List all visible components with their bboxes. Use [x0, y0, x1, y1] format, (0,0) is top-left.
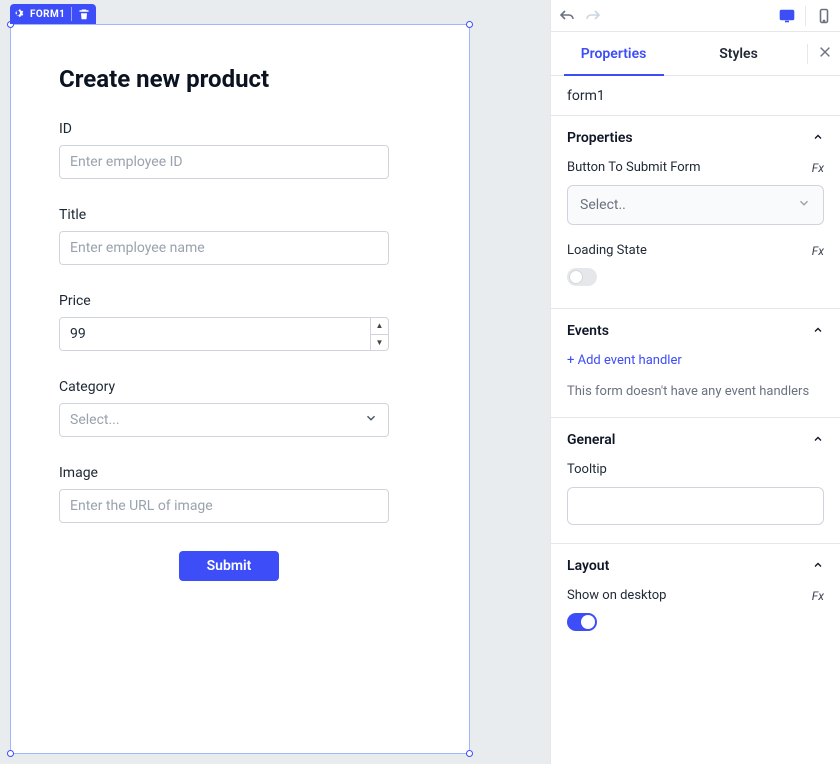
section-properties: Properties Button To Submit Form Fx Sele… — [551, 116, 840, 309]
redo-icon[interactable] — [585, 8, 601, 24]
tooltip-input[interactable] — [567, 487, 824, 525]
component-chip-label: FORM1 — [30, 9, 65, 20]
events-empty-note: This form doesn't have any event handler… — [567, 384, 824, 399]
form-scroll[interactable]: Create new product ID Enter employee ID … — [11, 25, 469, 753]
input-price-value: 99 — [70, 326, 86, 342]
prop-label-button-submit: Button To Submit Form — [567, 160, 700, 175]
input-title-placeholder: Enter employee name — [70, 240, 205, 256]
chevron-up-icon[interactable] — [812, 131, 824, 146]
input-image-placeholder: Enter the URL of image — [70, 498, 213, 514]
chevron-up-icon[interactable] — [812, 433, 824, 448]
undo-icon[interactable] — [559, 8, 575, 24]
tab-properties[interactable]: Properties — [551, 32, 676, 75]
chevron-up-icon[interactable] — [812, 559, 824, 574]
toolbar-divider — [805, 6, 806, 26]
fx-button[interactable]: Fx — [812, 161, 824, 175]
select-button-to-submit-placeholder: Select.. — [580, 197, 626, 213]
section-title-events: Events — [567, 323, 609, 339]
chevron-down-icon — [797, 196, 811, 214]
select-category-placeholder: Select... — [70, 412, 120, 428]
component-chip[interactable]: FORM1 — [10, 4, 96, 24]
desktop-icon[interactable] — [779, 8, 795, 24]
label-price: Price — [59, 293, 421, 309]
prop-label-tooltip: Tooltip — [567, 462, 607, 477]
close-icon[interactable] — [814, 45, 832, 63]
label-category: Category — [59, 379, 421, 395]
chevron-down-icon — [364, 411, 378, 429]
inspector-scroll[interactable]: Properties Button To Submit Form Fx Sele… — [551, 116, 840, 764]
prop-label-show-desktop: Show on desktop — [567, 588, 666, 603]
fx-button[interactable]: Fx — [812, 244, 824, 258]
submit-button[interactable]: Submit — [179, 551, 279, 581]
select-button-to-submit[interactable]: Select.. — [567, 185, 824, 225]
input-image[interactable]: Enter the URL of image — [59, 489, 389, 523]
fx-button[interactable]: Fx — [812, 589, 824, 603]
label-image: Image — [59, 465, 421, 481]
label-id: ID — [59, 121, 421, 137]
add-event-handler-link[interactable]: + Add event handler — [567, 353, 824, 368]
select-category[interactable]: Select... — [59, 403, 389, 437]
inspector-tabs: Properties Styles — [551, 32, 840, 76]
toggle-loading-state[interactable] — [567, 268, 597, 286]
form-heading: Create new product — [59, 65, 421, 93]
mobile-icon[interactable] — [816, 8, 832, 24]
component-name[interactable]: form1 — [551, 76, 840, 116]
input-id-placeholder: Enter employee ID — [70, 154, 183, 170]
trash-icon[interactable] — [78, 8, 90, 20]
tab-styles[interactable]: Styles — [676, 32, 801, 75]
gear-icon[interactable] — [14, 8, 26, 20]
section-layout: Layout Show on desktop Fx — [551, 544, 840, 665]
chevron-up-icon[interactable] — [812, 324, 824, 339]
price-step-down[interactable]: ▼ — [371, 334, 388, 351]
prop-label-loading-state: Loading State — [567, 243, 647, 258]
section-title-general: General — [567, 432, 615, 448]
input-price[interactable]: 99 ▲ ▼ — [59, 317, 389, 351]
tabs-divider — [807, 44, 808, 64]
section-title-layout: Layout — [567, 558, 609, 574]
section-title-properties: Properties — [567, 130, 633, 146]
input-title[interactable]: Enter employee name — [59, 231, 389, 265]
form-component[interactable]: Create new product ID Enter employee ID … — [10, 24, 470, 754]
price-step-up[interactable]: ▲ — [371, 318, 388, 334]
inspector-panel: Properties Styles form1 Properties Butto… — [550, 0, 840, 764]
inspector-toolbar — [551, 0, 840, 32]
input-id[interactable]: Enter employee ID — [59, 145, 389, 179]
toggle-show-desktop[interactable] — [567, 613, 597, 631]
section-general: General Tooltip — [551, 418, 840, 544]
section-events: Events + Add event handler This form doe… — [551, 309, 840, 418]
canvas: FORM1 Create new product ID Enter employ… — [0, 0, 550, 764]
label-title: Title — [59, 207, 421, 223]
chip-divider — [71, 7, 72, 21]
